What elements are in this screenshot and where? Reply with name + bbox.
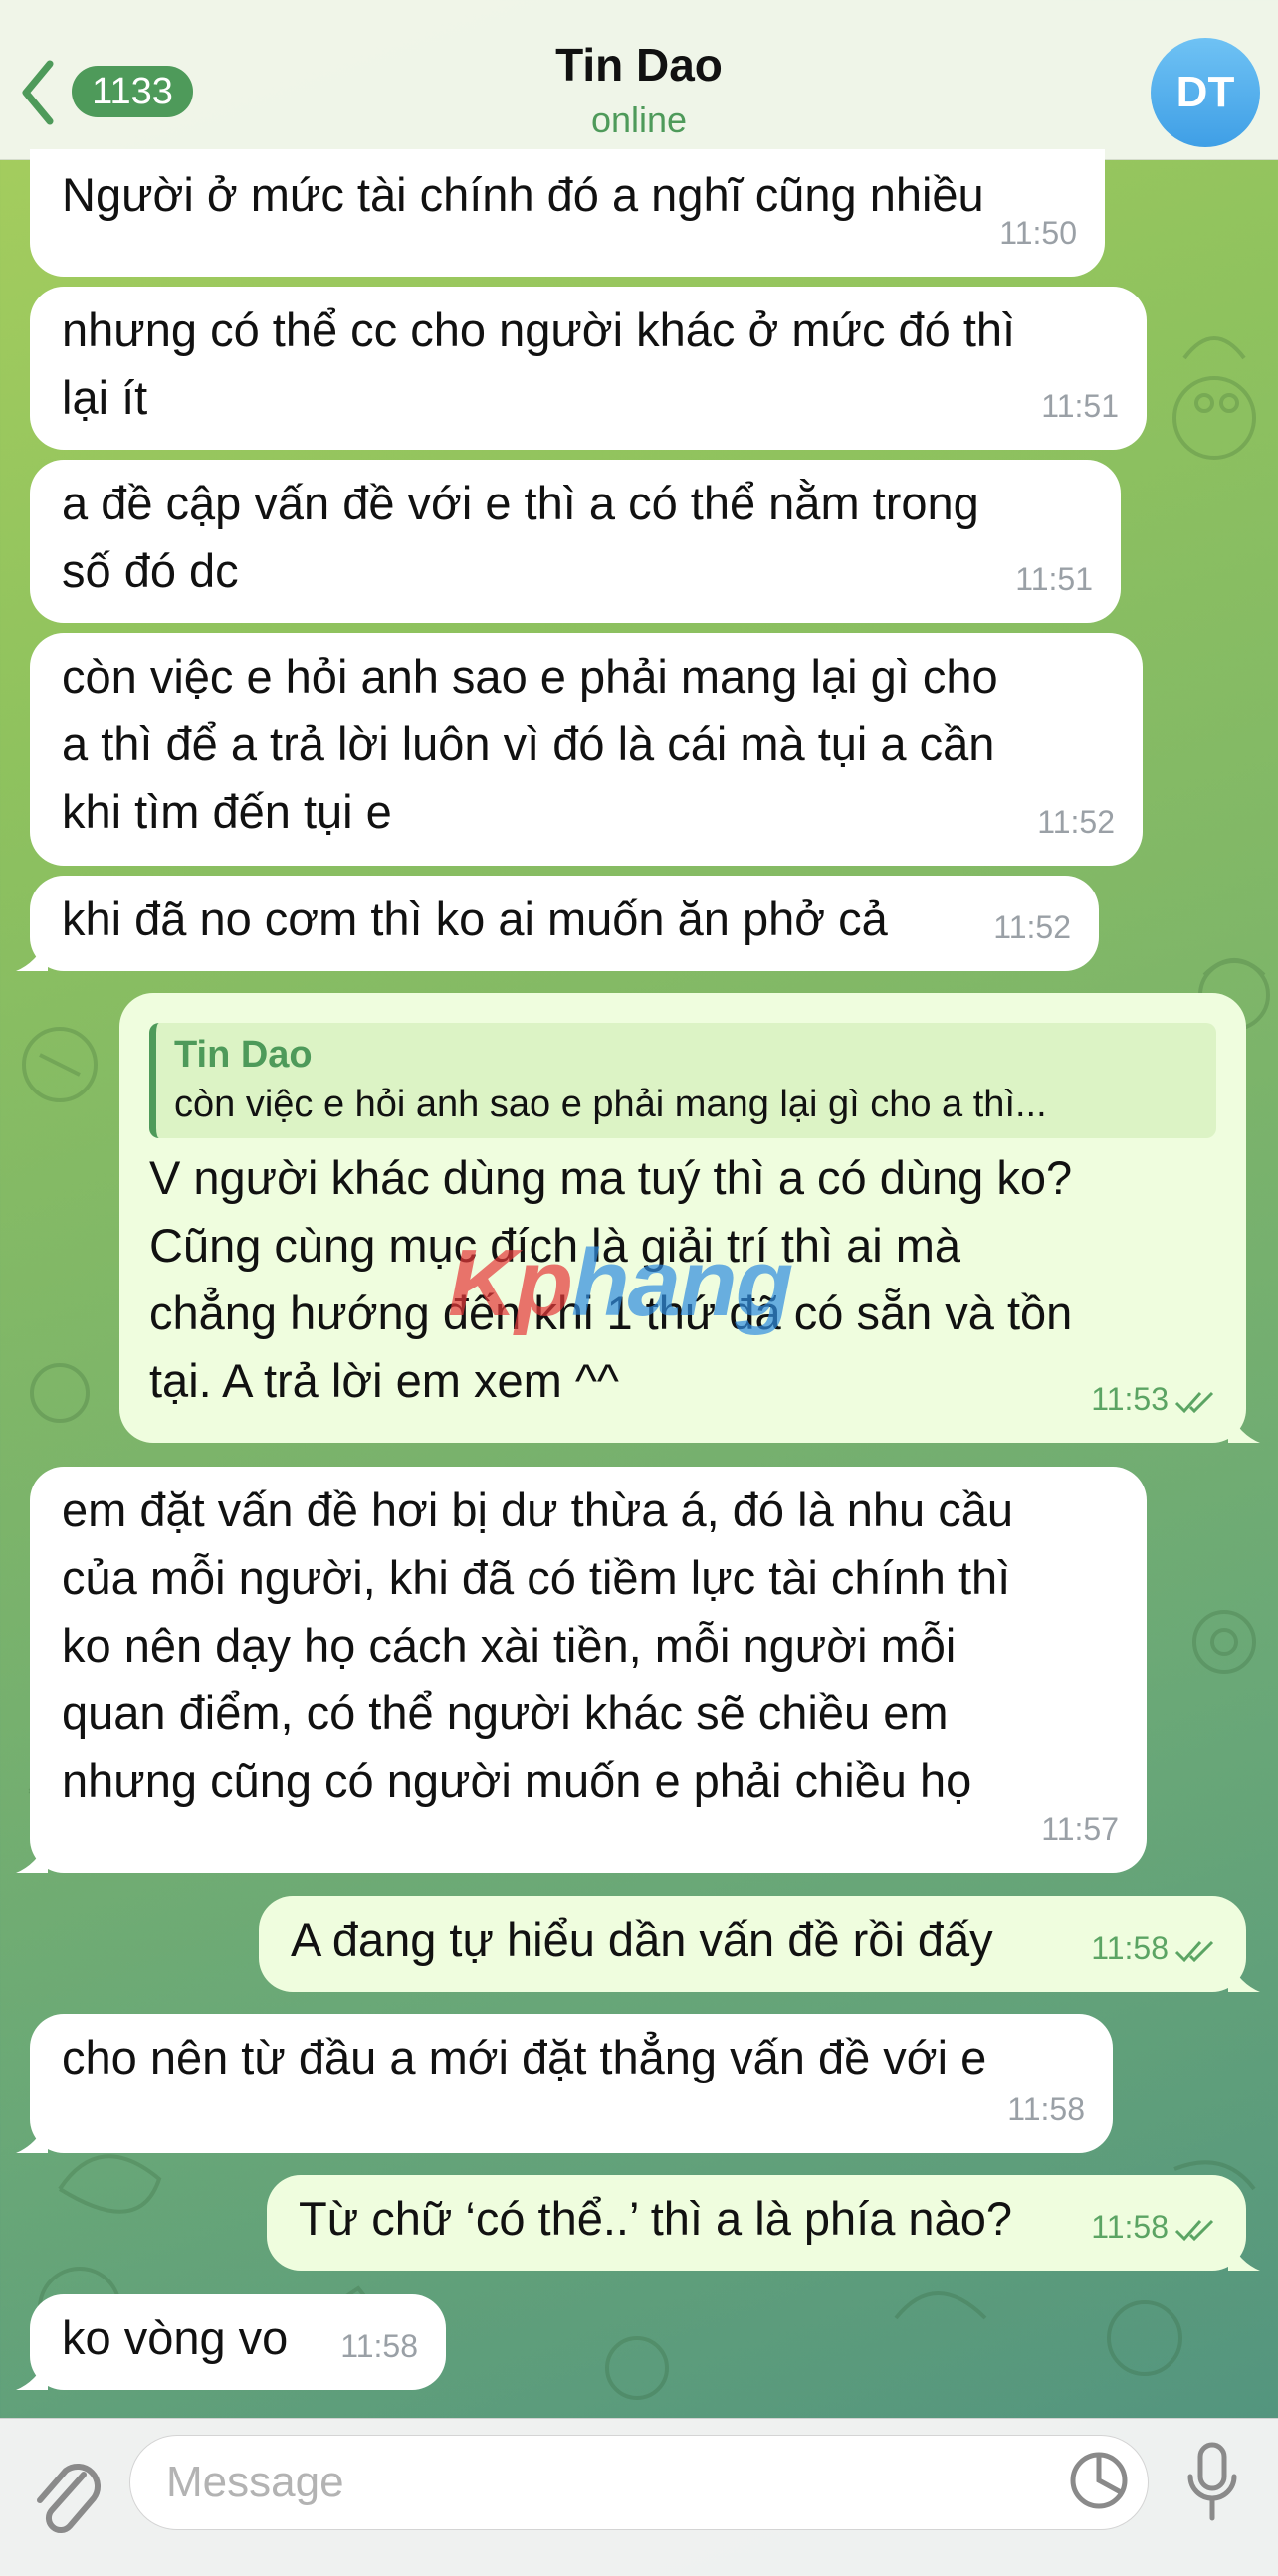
double-check-icon (1174, 2219, 1214, 2241)
composer-bar (0, 2418, 1278, 2576)
message-bubble-outgoing[interactable]: Tin Dao còn việc e hỏi anh sao e phải ma… (119, 993, 1260, 1443)
paperclip-icon[interactable] (28, 2449, 104, 2538)
bubble-tail (1228, 1960, 1260, 1992)
reply-snippet: còn việc e hỏi anh sao e phải mang lại g… (174, 1084, 1047, 1125)
message-bubble[interactable]: em đặt vấn đề hơi bị dư thừa á, đó là nh… (16, 1467, 1147, 1873)
message-time: 11:58 (1091, 2193, 1218, 2261)
chat-header: 1133 Tin Dao online DT (0, 0, 1278, 160)
sticker-icon[interactable] (1067, 2449, 1131, 2512)
message-time: 11:52 (1037, 804, 1115, 840)
message-bubble[interactable]: cho nên từ đầu a mới đặt thẳng vấn đề vớ… (16, 2014, 1113, 2153)
message-bubble[interactable]: khi đã no cơm thì ko ai muốn ăn phở cả 1… (16, 876, 1099, 971)
reply-sender: Tin Dao (174, 1034, 313, 1076)
bubble-tail (16, 2121, 48, 2153)
message-text: Từ chữ ‘có thể..’ thì a là phía nào? (299, 2192, 1012, 2245)
message-time: 11:51 (1041, 388, 1119, 424)
message-bubble-outgoing[interactable]: Từ chữ ‘có thể..’ thì a là phía nào? 11:… (267, 2175, 1260, 2271)
message-text: em đặt vấn đề hơi bị dư thừa á, đó là nh… (62, 1484, 1014, 1807)
bubble-tail (1228, 1411, 1260, 1443)
avatar[interactable]: DT (1151, 38, 1260, 147)
message-time: 11:50 (999, 215, 1077, 251)
message-text: a đề cập vấn đề với e thì a có thể nằm t… (62, 477, 979, 597)
message-bubble[interactable]: Người ở mức tài chính đó a nghĩ cũng nhi… (30, 149, 1105, 277)
message-time: 11:51 (1015, 561, 1093, 597)
bubble-tail (16, 939, 48, 971)
message-bubble[interactable]: a đề cập vấn đề với e thì a có thể nằm t… (30, 460, 1121, 623)
bubble-tail (16, 2358, 48, 2390)
message-text: A đang tự hiểu dần vấn đề rồi đấy (291, 1913, 993, 1966)
message-bubble[interactable]: ko vòng vo 11:58 (16, 2294, 446, 2390)
message-bubble-outgoing[interactable]: A đang tự hiểu dần vấn đề rồi đấy 11:58 (259, 1896, 1260, 1992)
message-time: 11:52 (993, 909, 1071, 945)
double-check-icon (1174, 1391, 1214, 1413)
chat-status: online (590, 99, 688, 140)
microphone-icon[interactable] (1184, 2441, 1240, 2524)
message-text: còn việc e hỏi anh sao e phải mang lại g… (62, 650, 998, 838)
message-bubble[interactable]: còn việc e hỏi anh sao e phải mang lại g… (30, 633, 1143, 866)
message-text: khi đã no cơm thì ko ai muốn ăn phở cả (62, 892, 888, 945)
bubble-tail (1228, 2239, 1260, 2271)
message-time: 11:58 (1007, 2091, 1085, 2127)
message-time: 11:57 (1041, 1811, 1119, 1847)
bubble-tail (16, 1841, 48, 1873)
message-time: 11:58 (340, 2328, 418, 2364)
message-input[interactable] (129, 2435, 1149, 2530)
watermark-logo: Kphang (448, 1230, 793, 1336)
message-time: 11:58 (1091, 1914, 1218, 1982)
message-text: nhưng có thể cc cho người khác ở mức đó … (62, 303, 1016, 424)
message-bubble[interactable]: nhưng có thể cc cho người khác ở mức đó … (30, 287, 1147, 450)
reply-quote[interactable]: Tin Dao còn việc e hỏi anh sao e phải ma… (149, 1023, 1216, 1138)
message-text: Người ở mức tài chính đó a nghĩ cũng nhi… (62, 168, 984, 221)
message-time: 11:53 (1091, 1365, 1218, 1433)
chat-title[interactable]: Tin Dao (0, 38, 1278, 92)
message-text: cho nên từ đầu a mới đặt thẳng vấn đề vớ… (62, 2031, 987, 2083)
double-check-icon (1174, 1940, 1214, 1962)
